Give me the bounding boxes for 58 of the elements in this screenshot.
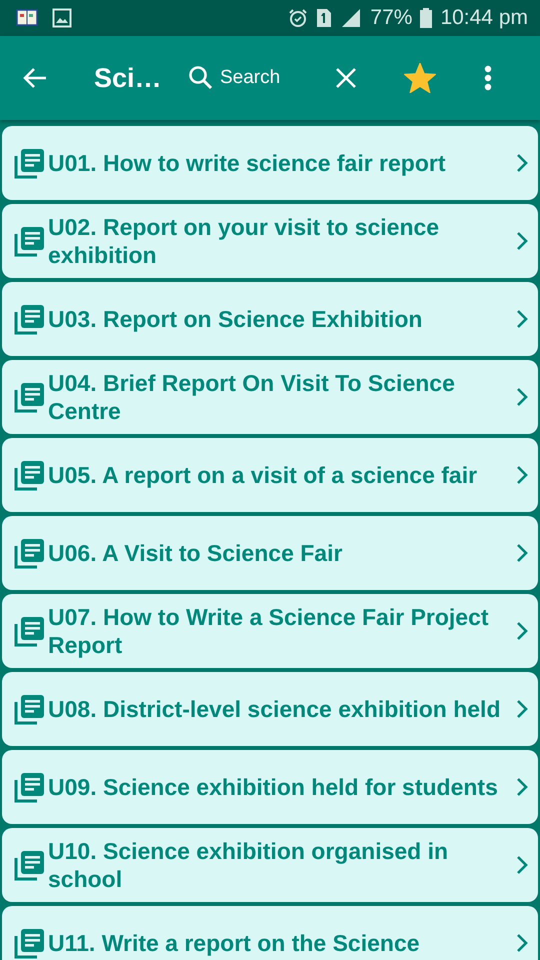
alarm-icon: [288, 8, 308, 28]
library-books-icon: [14, 303, 46, 335]
item-title: U01. How to write science fair report: [47, 149, 447, 177]
item-title: U08. District-level science exhibition held: [47, 695, 502, 723]
chevron-right-icon: [516, 699, 528, 719]
chevron-right-icon: [516, 231, 528, 251]
list-item[interactable]: U02. Report on your visit to science exhibition: [2, 204, 538, 278]
search-field[interactable]: Search: [218, 66, 322, 90]
clock-time: 10:44 pm: [440, 6, 528, 30]
library-books-icon: [14, 771, 46, 803]
library-books-icon: [14, 459, 46, 491]
battery-icon: [420, 8, 432, 28]
close-icon: [334, 66, 358, 90]
library-books-icon: [14, 381, 46, 413]
list-item[interactable]: U06. A Visit to Science Fair: [2, 516, 538, 590]
item-title: U05. A report on a visit of a science fair: [47, 461, 478, 489]
list-item[interactable]: U05. A report on a visit of a science fair: [2, 438, 538, 512]
chevron-right-icon: [516, 543, 528, 563]
item-title: U04. Brief Report On Visit To Science Centre: [47, 369, 456, 425]
book-app-icon: [16, 8, 38, 28]
chevron-right-icon: [516, 309, 528, 329]
item-title: U06. A Visit to Science Fair: [47, 539, 344, 567]
item-title: U10. Science exhibition organised in school: [47, 837, 450, 893]
item-title: U07. How to Write a Science Fair Project Report: [47, 603, 490, 659]
list-item[interactable]: U11. Write a report on the Science: [2, 906, 538, 960]
item-title: U11. Write a report on the Science: [47, 929, 421, 957]
chevron-right-icon: [516, 621, 528, 641]
item-title: U02. Report on your visit to science exhibition: [47, 213, 440, 269]
list-item[interactable]: U08. District-level science exhibition held: [2, 672, 538, 746]
list-item[interactable]: U07. How to Write a Science Fair Project Report: [2, 594, 538, 668]
chevron-right-icon: [516, 855, 528, 875]
item-title: U09. Science exhibition held for students: [47, 773, 499, 801]
library-books-icon: [14, 615, 46, 647]
chevron-right-icon: [516, 387, 528, 407]
chevron-right-icon: [516, 153, 528, 173]
list-item[interactable]: U04. Brief Report On Visit To Science Centre: [2, 360, 538, 434]
list-item[interactable]: U09. Science exhibition held for students: [2, 750, 538, 824]
chevron-right-icon: [516, 777, 528, 797]
library-books-icon: [14, 849, 46, 881]
library-books-icon: [14, 693, 46, 725]
signal-icon: [340, 8, 362, 28]
screen-title: Sci…: [94, 62, 163, 94]
list-item[interactable]: U03. Report on Science Exhibition: [2, 282, 538, 356]
library-books-icon: [14, 927, 46, 959]
library-books-icon: [14, 147, 46, 179]
item-title: U03. Report on Science Exhibition: [47, 305, 424, 333]
list-item[interactable]: U10. Science exhibition organised in school: [2, 828, 538, 902]
search-icon: [188, 65, 214, 91]
image-icon: [52, 8, 72, 28]
chevron-right-icon: [516, 933, 528, 953]
list-item[interactable]: U01. How to write science fair report: [2, 126, 538, 200]
battery-percent: 77%: [370, 6, 412, 30]
chevron-right-icon: [516, 465, 528, 485]
sim-card-icon: [316, 8, 332, 28]
library-books-icon: [14, 537, 46, 569]
more-options-icon: [484, 65, 492, 91]
library-books-icon: [14, 225, 46, 257]
back-arrow-icon: [22, 66, 48, 90]
